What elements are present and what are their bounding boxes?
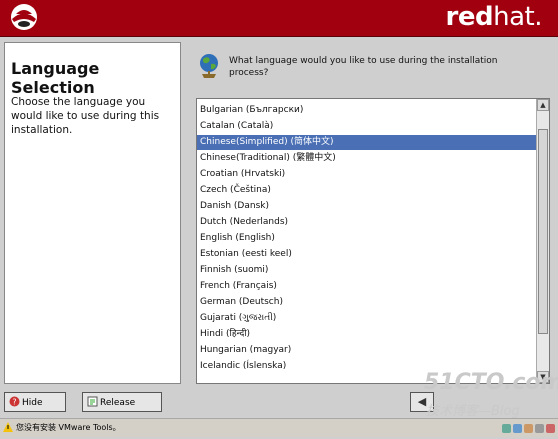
tray-disk-icon[interactable] — [513, 424, 522, 433]
help-body: Choose the language you would like to us… — [11, 96, 160, 136]
language-option[interactable]: Estonian (eesti keel) — [197, 247, 538, 262]
hide-help-button[interactable]: ?Hide Help — [4, 392, 66, 428]
language-option[interactable]: Hungarian (magyar) — [197, 343, 538, 358]
header-bar: redhat. — [0, 0, 558, 37]
language-option[interactable]: French (Français) — [197, 279, 538, 294]
system-tray — [500, 422, 555, 433]
language-list[interactable]: Bulgarian (Български) Catalan (Català) Chi… — [196, 98, 550, 384]
language-question: What language would you like to use duri… — [229, 56, 498, 78]
redhat-brand: redhat. — [445, 2, 543, 32]
tray-network-icon[interactable] — [502, 424, 511, 433]
language-option[interactable]: Chinese(Traditional) (繁體中文) — [197, 151, 538, 166]
language-option[interactable]: Danish (Dansk) — [197, 199, 538, 214]
help-icon: ? — [9, 396, 20, 407]
language-option[interactable]: Czech (Čeština) — [197, 183, 538, 198]
help-panel: Language Selection Choose the language y… — [4, 42, 181, 384]
tray-cdrom-icon[interactable] — [524, 424, 533, 433]
language-option[interactable]: German (Deutsch) — [197, 295, 538, 310]
language-option[interactable]: Chinese(Simplified) (简体中文) — [197, 135, 538, 150]
tray-sound-icon[interactable] — [546, 424, 555, 433]
release-notes-button[interactable]: Release Notes — [82, 392, 162, 428]
language-option[interactable]: English (English) — [197, 231, 538, 246]
watermark-site: 51CTO.com — [424, 370, 558, 395]
brand-regular: hat. — [493, 2, 542, 32]
scrollbar-thumb[interactable] — [538, 129, 548, 334]
status-text: 您没有安装 VMware Tools。 — [16, 423, 121, 432]
warning-icon — [3, 422, 13, 432]
language-option[interactable]: Dutch (Nederlands) — [197, 215, 538, 230]
language-option[interactable]: Gujarati (ગુજરાતી) — [197, 311, 538, 326]
notes-icon — [87, 396, 98, 407]
list-scrollbar[interactable]: ▲ ▼ — [536, 99, 549, 383]
status-bar: 您没有安装 VMware Tools。 — [0, 418, 558, 437]
redhat-shadowman-logo — [11, 4, 37, 30]
language-option[interactable]: Hindi (हिन्दी) — [197, 327, 538, 342]
tray-usb-icon[interactable] — [535, 424, 544, 433]
help-title: Language Selection — [11, 59, 100, 97]
globe-icon — [200, 54, 218, 78]
scroll-up-icon[interactable]: ▲ — [537, 99, 549, 111]
brand-bold: red — [445, 2, 494, 32]
language-option[interactable]: Croatian (Hrvatski) — [197, 167, 538, 182]
language-option[interactable]: Bulgarian (Български) — [197, 103, 538, 118]
svg-text:?: ? — [12, 398, 16, 407]
language-option[interactable]: Catalan (Català) — [197, 119, 538, 134]
watermark-tagline: 技术博客—Blog — [426, 404, 520, 419]
language-option[interactable]: Finnish (suomi) — [197, 263, 538, 278]
